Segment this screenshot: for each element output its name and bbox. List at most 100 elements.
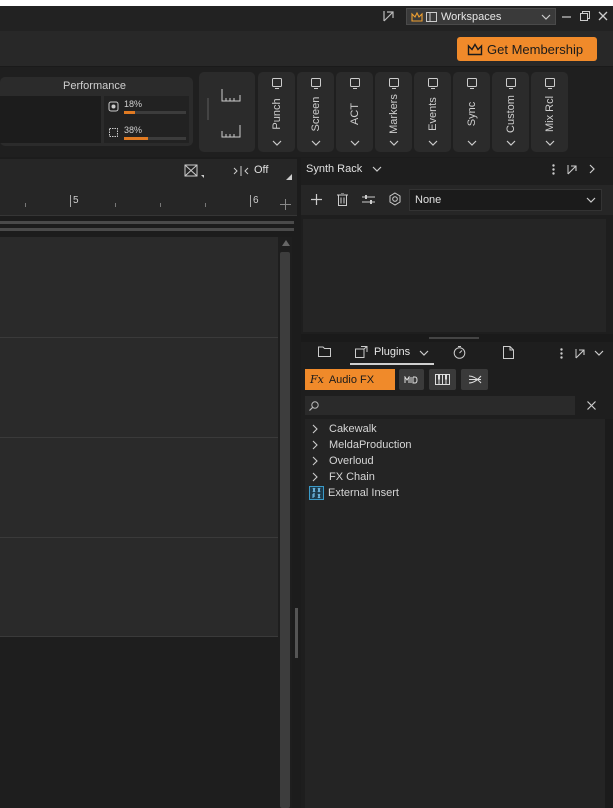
disk-percent: 38% [124,125,143,135]
workspaces-dropdown[interactable]: Workspaces [406,8,556,25]
minimize-icon[interactable] [562,12,571,21]
empty-track-area[interactable] [0,637,278,808]
fx-icon: Fx [310,373,324,386]
scrollbar-thumb[interactable] [280,252,290,808]
chevron-down-icon[interactable] [372,166,382,172]
get-membership-button[interactable]: Get Membership [457,37,597,61]
ruler-tick [205,203,206,207]
chevron-down-icon[interactable] [350,140,360,146]
float-window-icon[interactable] [383,10,395,22]
plugin-search-input[interactable] [323,397,571,413]
media-tab-folder-icon[interactable] [318,346,331,357]
plugin-search-field[interactable] [305,396,575,415]
cpu-icon [108,101,119,112]
chevron-right-icon [312,424,324,434]
chevron-down-icon[interactable] [272,140,282,146]
synth-preset-dropdown[interactable]: None [409,189,602,211]
float-pane-icon[interactable] [575,348,586,359]
chevron-down-icon[interactable] [506,140,516,146]
control-module-sync[interactable]: Sync [453,72,490,152]
title-bar-top-strip [0,0,613,6]
scroll-up-icon[interactable] [282,240,290,246]
loop-end-icon[interactable] [221,124,241,138]
control-module-custom[interactable]: Custom [492,72,529,152]
track-vertical-scrollbar[interactable] [278,237,292,808]
tree-item-meldaproduction[interactable]: MeldaProduction [310,437,412,453]
disk-meter-track [124,137,186,140]
more-options-icon[interactable] [560,348,563,359]
tree-item-cakewalk[interactable]: Cakewalk [310,421,377,437]
snap-value[interactable]: Off [254,164,268,176]
control-module-events[interactable]: Events [414,72,451,152]
track-lane[interactable] [0,338,278,438]
tree-item-external-insert[interactable]: External Insert [309,485,399,501]
chevron-down-icon[interactable] [389,140,399,146]
control-module-screen[interactable]: Screen [297,72,334,152]
chevron-down-icon[interactable] [594,350,604,356]
track-lane[interactable] [0,237,278,338]
chevron-down-icon [586,197,596,203]
control-module-act[interactable]: ACT [336,72,373,152]
instrument-filter-button[interactable] [429,369,456,390]
clear-search-icon[interactable] [587,401,596,410]
notes-tab-page-icon[interactable] [503,346,514,359]
keyboard-icon [435,374,450,385]
control-module-mix-rcl[interactable]: Mix Rcl [531,72,568,152]
pane-splitter[interactable] [301,334,613,342]
snap-resolution-icon[interactable] [233,165,249,177]
settings-icon[interactable] [388,192,402,206]
track-lane[interactable] [0,538,278,637]
chevron-right-icon [312,440,324,450]
synth-preset-value: None [415,194,442,206]
module-label: ACT [348,103,361,125]
ruler-bar-mark [250,195,251,207]
tree-item-overloud[interactable]: Overloud [310,453,374,469]
add-marker-icon[interactable] [280,199,291,210]
track-lane[interactable] [0,438,278,538]
region-fx-icon [468,374,482,385]
ruler-tick [25,203,26,207]
chevron-down-icon[interactable] [467,140,477,146]
close-icon[interactable] [598,11,608,21]
audio-fx-filter-button[interactable]: Fx Audio FX [305,369,395,390]
more-options-icon[interactable] [552,164,555,175]
cpu-meter-fill [124,111,136,114]
performance-graph [0,96,101,143]
crown-icon [467,42,483,56]
loop-start-icon[interactable] [221,88,241,102]
module-label: Screen [309,96,322,132]
chevron-down-icon[interactable] [545,140,555,146]
ruler-tick [160,203,161,207]
plugin-tab-icon [355,346,369,358]
tree-item-label: Overloud [329,455,374,467]
chevron-down-icon[interactable] [428,140,438,146]
control-module-punch[interactable]: Punch [258,72,295,152]
timer-icon[interactable] [453,346,466,359]
tree-item-label: FX Chain [329,471,375,483]
tree-item-label: External Insert [328,487,399,499]
add-icon[interactable] [311,194,322,205]
synth-rack-list[interactable] [303,219,606,332]
splitter-grip[interactable] [429,337,479,339]
midi-filter-button[interactable] [399,369,424,390]
float-pane-icon[interactable] [567,164,578,175]
synth-rack-title[interactable]: Synth Rack [306,163,362,175]
search-icon [309,401,319,411]
region-fx-filter-button[interactable] [461,369,488,390]
snap-icon[interactable] [184,164,204,178]
chevron-down-icon[interactable] [311,140,321,146]
module-label: Mix Rcl [543,95,556,133]
control-module-markers[interactable]: Markers [375,72,412,152]
ruler-label-5: 5 [73,195,79,206]
browser-edge [605,419,613,808]
trash-icon[interactable] [337,193,348,206]
tree-item-label: MeldaProduction [329,439,412,451]
audio-fx-label: Audio FX [328,373,375,386]
chevron-down-icon[interactable] [419,350,429,356]
restore-icon[interactable] [580,11,590,21]
tree-item-fx-chain[interactable]: FX Chain [310,469,375,485]
splitter-handle[interactable] [295,608,298,658]
module-label: Events [426,97,439,131]
chevron-right-icon[interactable] [589,164,595,174]
properties-icon[interactable] [362,194,375,205]
